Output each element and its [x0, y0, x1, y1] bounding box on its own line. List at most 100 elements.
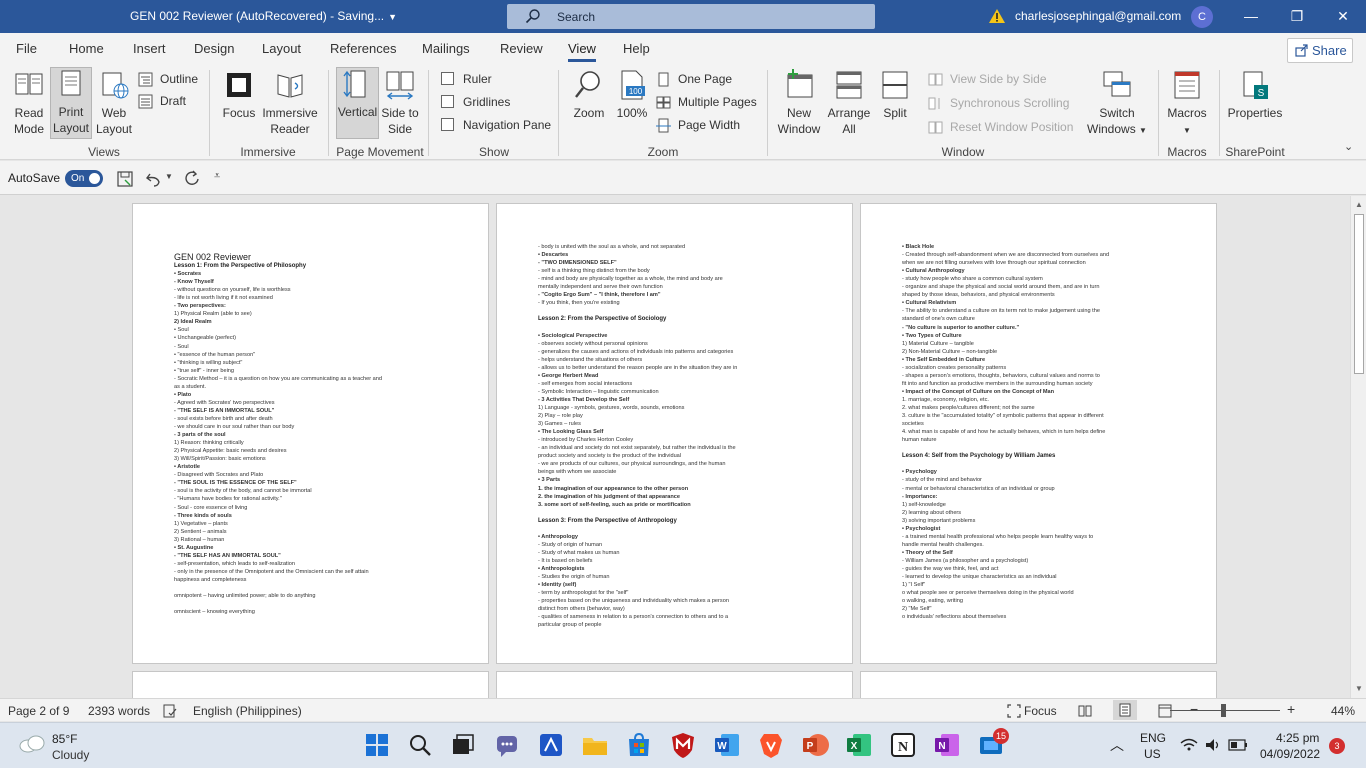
clock-date[interactable]: 04/09/2022: [1260, 747, 1320, 761]
focus-button[interactable]: Focus: [218, 69, 260, 141]
search-taskbar-icon[interactable]: [405, 730, 435, 760]
weather-condition[interactable]: Cloudy: [52, 748, 89, 762]
autosave-toggle[interactable]: On: [65, 170, 103, 187]
excel-icon[interactable]: X: [844, 730, 874, 760]
task-view-icon[interactable]: [448, 730, 478, 760]
page-width-button[interactable]: Page Width: [656, 115, 740, 135]
account-email[interactable]: charlesjosephingal@gmail.com: [1015, 9, 1181, 23]
microsoft-store-icon[interactable]: [624, 730, 654, 760]
restore-button[interactable]: ❐: [1274, 0, 1320, 33]
navigation-pane-check[interactable]: [441, 118, 454, 131]
share-button[interactable]: Share: [1287, 38, 1353, 63]
close-button[interactable]: ✕: [1320, 0, 1366, 33]
document-page-4[interactable]: [132, 671, 489, 698]
reset-window-position-button[interactable]: Reset Window Position: [928, 117, 1073, 137]
zoom-slider-thumb[interactable]: [1221, 704, 1226, 717]
brave-browser-icon[interactable]: [756, 730, 786, 760]
scroll-up-arrow-icon[interactable]: ▲: [1351, 198, 1366, 212]
ruler-check[interactable]: [441, 72, 454, 85]
zoom-percentage[interactable]: 44%: [1331, 704, 1355, 718]
search-box[interactable]: Search: [507, 4, 875, 29]
word-icon[interactable]: W: [712, 730, 742, 760]
teams-chat-icon[interactable]: [492, 730, 522, 760]
notification-count-badge[interactable]: 3: [1329, 738, 1345, 754]
web-layout-button[interactable]: Web Layout: [93, 69, 135, 141]
synchronous-scrolling-button[interactable]: Synchronous Scrolling: [928, 93, 1069, 113]
zoom-100-button[interactable]: 100 100%: [612, 69, 652, 141]
document-page-6[interactable]: [860, 671, 1217, 698]
language-indicator[interactable]: English (Philippines): [193, 704, 302, 718]
snipping-tool-icon[interactable]: [536, 730, 566, 760]
vertical-scrollbar[interactable]: ▲ ▼: [1350, 196, 1366, 698]
gridlines-checkbox[interactable]: Gridlines: [441, 92, 510, 112]
zoom-button[interactable]: Zoom: [567, 69, 611, 141]
onenote-icon[interactable]: N: [932, 730, 962, 760]
tab-mailings[interactable]: Mailings: [422, 41, 470, 56]
print-layout-view-button[interactable]: [1113, 700, 1137, 720]
clock-time[interactable]: 4:25 pm: [1276, 731, 1319, 745]
split-button[interactable]: Split: [874, 69, 916, 141]
collapse-ribbon-chevron-icon[interactable]: ⌄: [1344, 140, 1353, 153]
view-side-by-side-button[interactable]: View Side by Side: [928, 69, 1047, 89]
one-page-button[interactable]: One Page: [656, 69, 732, 89]
print-layout-button[interactable]: Print Layout: [50, 67, 92, 139]
ruler-checkbox[interactable]: Ruler: [441, 69, 492, 89]
tab-insert[interactable]: Insert: [133, 41, 166, 56]
customize-toolbar-icon[interactable]: ⩡: [214, 170, 220, 183]
redo-icon[interactable]: [183, 170, 201, 188]
properties-button[interactable]: S Properties: [1224, 69, 1286, 141]
macros-button[interactable]: Macros ▼: [1164, 69, 1210, 141]
weather-temperature[interactable]: 85°F: [52, 732, 77, 746]
read-mode-view-icon[interactable]: [1078, 704, 1092, 718]
tab-view[interactable]: View: [568, 41, 596, 62]
save-icon[interactable]: [116, 170, 134, 188]
document-area[interactable]: GEN 002 Reviewer Lesson 1: From the Persp…: [0, 196, 1350, 698]
immersive-reader-button[interactable]: Immersive Reader: [259, 69, 321, 141]
undo-dropdown-chevron-icon[interactable]: ▼: [165, 172, 173, 181]
mcafee-icon[interactable]: [668, 730, 698, 760]
zoom-out-button[interactable]: −: [1190, 701, 1198, 717]
tab-review[interactable]: Review: [500, 41, 543, 56]
draft-button[interactable]: Draft: [138, 91, 186, 111]
windows-start-icon[interactable]: [362, 730, 392, 760]
powerpoint-icon[interactable]: P: [800, 730, 830, 760]
document-page-3[interactable]: • Black Hole - Created through self-aban…: [860, 203, 1217, 664]
tab-layout[interactable]: Layout: [262, 41, 301, 56]
scroll-down-arrow-icon[interactable]: ▼: [1351, 682, 1366, 696]
scroll-thumb[interactable]: [1354, 214, 1364, 374]
speaker-icon[interactable]: [1204, 737, 1222, 753]
warning-icon[interactable]: [988, 8, 1006, 24]
vertical-button[interactable]: Vertical: [336, 67, 379, 139]
document-page-1[interactable]: GEN 002 Reviewer Lesson 1: From the Persp…: [132, 203, 489, 664]
document-page-5[interactable]: [496, 671, 853, 698]
side-to-side-button[interactable]: Side to Side: [380, 69, 420, 141]
document-page-2[interactable]: - body is united with the soul as a whol…: [496, 203, 853, 664]
avatar[interactable]: C: [1191, 6, 1213, 28]
wifi-icon[interactable]: [1180, 737, 1198, 753]
tab-home[interactable]: Home: [69, 41, 104, 56]
proofing-icon[interactable]: [163, 704, 177, 718]
multiple-pages-button[interactable]: Multiple Pages: [656, 92, 757, 112]
show-hidden-icons-chevron-icon[interactable]: ︿: [1110, 735, 1124, 755]
read-mode-button[interactable]: Read Mode: [6, 69, 52, 141]
battery-icon[interactable]: [1228, 738, 1248, 752]
word-count[interactable]: 2393 words: [88, 704, 150, 718]
page-count[interactable]: Page 2 of 9: [8, 704, 69, 718]
switch-windows-button[interactable]: Switch Windows ▼: [1086, 69, 1148, 141]
gridlines-check[interactable]: [441, 95, 454, 108]
arrange-all-button[interactable]: Arrange All: [825, 69, 873, 141]
focus-mode-label[interactable]: Focus: [1024, 704, 1057, 718]
outline-button[interactable]: Outline: [138, 69, 198, 89]
document-title[interactable]: GEN 002 Reviewer (AutoRecovered) - Savin…: [130, 9, 397, 23]
minimize-button[interactable]: —: [1228, 0, 1274, 33]
focus-mode-icon[interactable]: [1007, 704, 1021, 718]
input-language-secondary[interactable]: US: [1144, 747, 1161, 761]
file-explorer-icon[interactable]: [580, 730, 610, 760]
tab-help[interactable]: Help: [623, 41, 650, 56]
tab-references[interactable]: References: [330, 41, 396, 56]
zoom-in-button[interactable]: +: [1287, 701, 1295, 717]
new-window-button[interactable]: New Window: [774, 69, 824, 141]
input-language-primary[interactable]: ENG: [1140, 731, 1166, 745]
web-layout-view-icon[interactable]: [1158, 704, 1172, 718]
tab-file[interactable]: File: [16, 41, 37, 56]
